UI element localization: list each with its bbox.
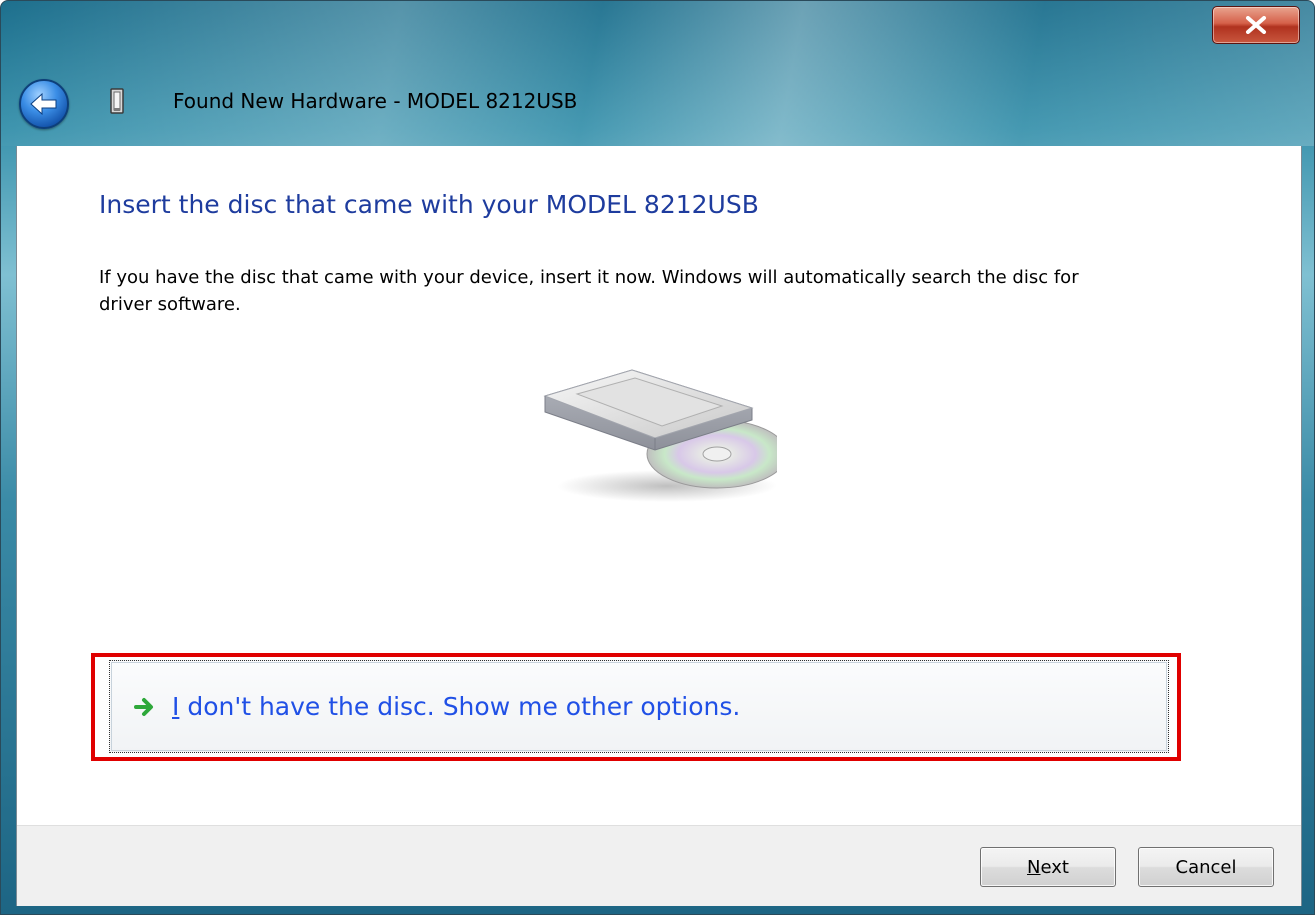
green-arrow-icon	[132, 694, 158, 720]
button-bar: Next Cancel	[17, 825, 1301, 906]
back-arrow-icon	[30, 92, 57, 116]
wizard-content: Insert the disc that came with your MODE…	[16, 146, 1302, 906]
window-title: Found New Hardware - MODEL 8212USB	[173, 89, 578, 113]
disc-drive-icon	[543, 369, 777, 502]
cancel-button[interactable]: Cancel	[1138, 847, 1274, 887]
close-icon	[1246, 16, 1266, 34]
usb-device-icon	[110, 88, 124, 114]
no-disc-option-label: I don't have the disc. Show me other opt…	[172, 692, 741, 721]
page-title: Insert the disc that came with your MODE…	[99, 190, 759, 219]
no-disc-option-link[interactable]: I don't have the disc. Show me other opt…	[109, 660, 1169, 753]
wizard-window: Found New Hardware - MODEL 8212USB Inser…	[0, 0, 1315, 915]
back-button[interactable]	[19, 79, 69, 129]
instruction-text: If you have the disc that came with your…	[99, 267, 1079, 315]
close-button[interactable]	[1212, 6, 1300, 44]
next-button[interactable]: Next	[980, 847, 1116, 887]
